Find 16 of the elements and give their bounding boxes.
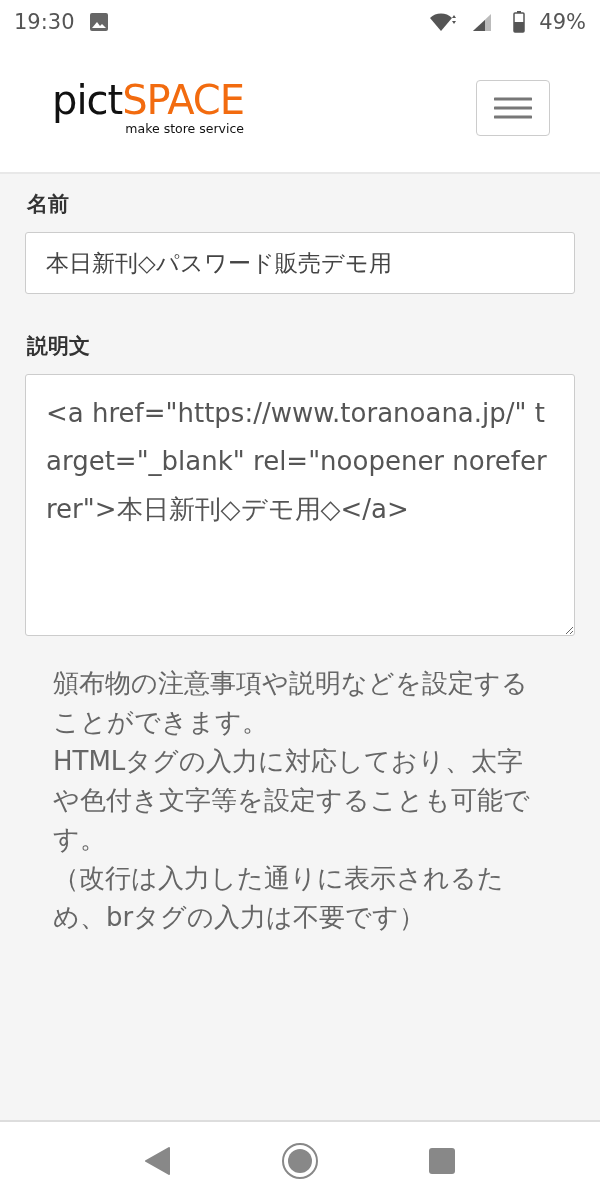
description-textarea[interactable]: <a href="https://www.toranoana.jp/" target="_blank" rel="noopener noreferrer">本日新刊◇デモ用◇</a> <box>25 374 575 636</box>
wifi-icon <box>429 12 458 32</box>
help-text: 頒布物の注意事項や説明などを設定することができます。 HTMLタグの入力に対応しており、太字や色付き文字等を設定することも可能です。 （改行は入力した通りに表示されるため、brタグの入力は不要です） <box>53 667 531 934</box>
battery-percent: 49% <box>539 10 586 34</box>
logo-accent-text: SPACE <box>122 80 244 120</box>
home-icon[interactable] <box>281 1142 319 1180</box>
menu-button[interactable] <box>476 80 550 136</box>
battery-icon <box>513 11 526 33</box>
image-icon <box>88 12 109 32</box>
field-label: 説明文 <box>27 333 91 360</box>
back-icon[interactable] <box>145 1147 171 1175</box>
status-time: 19:30 <box>14 10 75 34</box>
field-label: 名前 <box>27 191 70 218</box>
logo-tagline: make store service <box>125 121 244 136</box>
menu-icon <box>494 97 532 119</box>
name-input[interactable]: 本日新刊◇パスワード販売デモ用 <box>25 232 575 294</box>
